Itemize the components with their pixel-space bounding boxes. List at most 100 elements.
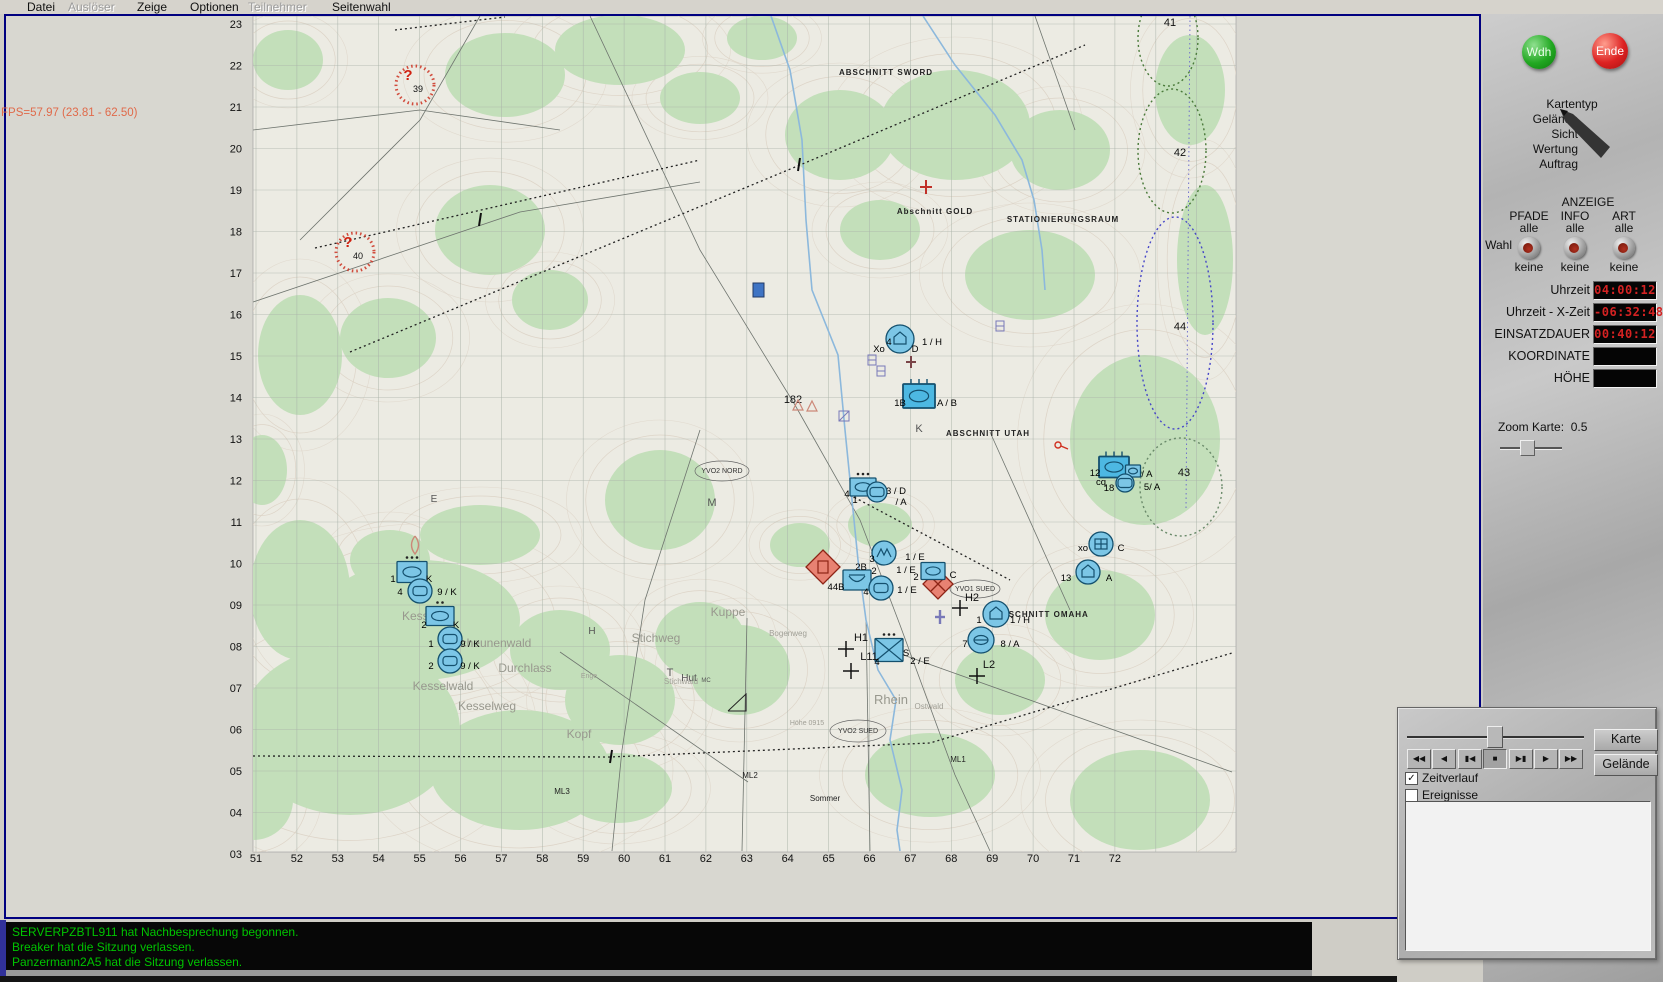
map-label: Abschnitt GOLD bbox=[897, 207, 973, 216]
kartentyp-options: Gelände Sicht Wertung Auftrag bbox=[1483, 112, 1578, 172]
svg-text:L11: L11 bbox=[860, 651, 878, 663]
oval-label: YVO2 NORD bbox=[701, 468, 742, 475]
forest-area bbox=[1010, 110, 1110, 190]
forest-area bbox=[727, 16, 797, 60]
zeitverlauf-row: ✓ Zeitverlauf bbox=[1405, 771, 1585, 785]
unit-label: 4 bbox=[844, 489, 849, 500]
forest-area bbox=[848, 503, 912, 547]
unit-label: 1 / H bbox=[1010, 615, 1030, 626]
friendly-unit[interactable] bbox=[866, 481, 888, 503]
zoom-slider-thumb[interactable] bbox=[1520, 440, 1535, 456]
seek-back-button[interactable]: ◀ bbox=[1432, 749, 1456, 769]
map-label: Kesselweg bbox=[458, 699, 516, 713]
grid-col-label: 52 bbox=[291, 853, 303, 865]
anzeige-keine-label: keine bbox=[1514, 260, 1544, 274]
grid-col-label: 67 bbox=[904, 853, 916, 865]
pfade-knob[interactable] bbox=[1518, 237, 1540, 259]
fast-forward-button[interactable]: ▶▶ bbox=[1559, 749, 1583, 769]
step-back-button[interactable]: ▮◀ bbox=[1458, 749, 1482, 769]
uhrzeit-x-zeit-value: -06:32:48 bbox=[1593, 303, 1663, 322]
map-label: 182 bbox=[784, 394, 802, 406]
time-label: HÖHE bbox=[1553, 371, 1590, 385]
map-label: ML1 bbox=[950, 755, 966, 764]
grid-row-label: 12 bbox=[230, 476, 242, 488]
map-label: ABSCHNITT UTAH bbox=[946, 429, 1030, 438]
kartentyp-title: Kartentyp bbox=[1546, 97, 1598, 111]
grid-col-label: 68 bbox=[945, 853, 957, 865]
kartentyp-option-wertung[interactable]: Wertung bbox=[1483, 142, 1578, 157]
anzeige-keine-label: keine bbox=[1560, 260, 1590, 274]
grid-row-label: 18 bbox=[230, 227, 242, 239]
zone-label-43: 43 bbox=[1178, 467, 1190, 479]
svg-text:39: 39 bbox=[413, 84, 423, 94]
unit-label: 3 / D bbox=[886, 486, 906, 497]
map-label: H bbox=[588, 626, 595, 637]
time-label: Uhrzeit bbox=[1550, 283, 1590, 297]
unit-label: 3 bbox=[869, 554, 874, 565]
rewind-button[interactable]: ◀◀ bbox=[1407, 749, 1431, 769]
grid-col-label: 58 bbox=[536, 853, 548, 865]
koordinate-value bbox=[1593, 347, 1657, 366]
forest-area bbox=[660, 72, 740, 124]
map-label: Stichweg bbox=[632, 631, 681, 645]
message-console: SERVERPZBTL911 hat Nachbesprechung begon… bbox=[6, 922, 1312, 970]
svg-text:?: ? bbox=[343, 234, 352, 251]
art-knob[interactable] bbox=[1613, 237, 1635, 259]
menu-item-datei[interactable]: Datei bbox=[27, 0, 55, 14]
kartentyp-option-auftrag[interactable]: Auftrag bbox=[1483, 157, 1578, 172]
anzeige-title: ANZEIGE bbox=[1561, 195, 1615, 209]
grid-col-label: 69 bbox=[986, 853, 998, 865]
grid-row-label: 03 bbox=[230, 849, 242, 861]
zeitverlauf-checkbox[interactable]: ✓ bbox=[1405, 772, 1418, 785]
uhrzeit-display: Uhrzeit 04:00:12 bbox=[1483, 281, 1661, 300]
einsatzdauer-display: EINSATZDAUER 00:40:12 bbox=[1483, 325, 1661, 344]
forest-area bbox=[420, 505, 540, 565]
karte-button[interactable]: Karte bbox=[1594, 729, 1658, 751]
forest-area bbox=[253, 30, 323, 90]
ende-button[interactable]: Ende bbox=[1592, 33, 1628, 69]
step-forward-button[interactable]: ▶▮ bbox=[1509, 749, 1533, 769]
grid-row-label: 19 bbox=[230, 185, 242, 197]
grid-col-label: 70 bbox=[1027, 853, 1039, 865]
unit-label: 1 / H bbox=[922, 337, 942, 348]
zoom-slider[interactable] bbox=[1500, 438, 1562, 456]
grid-row-label: 04 bbox=[230, 808, 242, 820]
unit-label: 1 bbox=[976, 615, 981, 626]
play-button[interactable]: ▶ bbox=[1534, 749, 1558, 769]
anzeige-alle-label: alle bbox=[1565, 221, 1585, 235]
forest-area bbox=[955, 645, 1045, 715]
unit-label: 4 bbox=[397, 587, 402, 598]
wdh-button[interactable]: Wdh bbox=[1522, 35, 1556, 69]
forest-area bbox=[1070, 750, 1210, 850]
map-label: ABSCHNITT SWORD bbox=[839, 68, 933, 77]
forest-area bbox=[512, 270, 588, 330]
event-list[interactable] bbox=[1405, 801, 1651, 951]
kartentyp-option-gelände[interactable]: Gelände bbox=[1483, 112, 1578, 127]
grid-col-label: 63 bbox=[741, 853, 753, 865]
replay-timeline-thumb[interactable] bbox=[1487, 726, 1503, 748]
tactical-map[interactable]: 41424443YVO2 NORDYVO1 SUEDYVO2 SUEDABSCH… bbox=[6, 16, 1475, 913]
ereignisse-row: Ereignisse bbox=[1405, 788, 1585, 802]
kartentyp-option-sicht[interactable]: Sicht bbox=[1483, 127, 1578, 142]
friendly-unit[interactable] bbox=[1115, 473, 1135, 493]
höhe-display: HÖHE bbox=[1483, 369, 1661, 388]
map-label: Durchlass bbox=[498, 661, 551, 675]
menu-item-seitenwahl[interactable]: Seitenwahl bbox=[332, 0, 391, 14]
gelände-button[interactable]: Gelände bbox=[1594, 754, 1658, 776]
unit-label: 2B bbox=[855, 562, 867, 573]
forest-area bbox=[605, 450, 715, 550]
grid-row-label: 16 bbox=[230, 310, 242, 322]
stop-button[interactable]: ■ bbox=[1483, 749, 1507, 769]
menu-item-optionen[interactable]: Optionen bbox=[190, 0, 239, 14]
info-knob[interactable] bbox=[1564, 237, 1586, 259]
map-label: Bogenweg bbox=[769, 629, 807, 638]
grid-col-label: 72 bbox=[1109, 853, 1121, 865]
zone-label-42: 42 bbox=[1174, 147, 1186, 159]
grid-col-label: 65 bbox=[822, 853, 834, 865]
uhrzeit-x-zeit-display: Uhrzeit - X-Zeit -06:32:48 bbox=[1483, 303, 1663, 322]
grid-col-label: 53 bbox=[332, 853, 344, 865]
forest-area bbox=[1070, 355, 1220, 525]
grid-row-label: 17 bbox=[230, 268, 242, 280]
menu-item-zeige[interactable]: Zeige bbox=[137, 0, 167, 14]
grid-row-label: 13 bbox=[230, 434, 242, 446]
